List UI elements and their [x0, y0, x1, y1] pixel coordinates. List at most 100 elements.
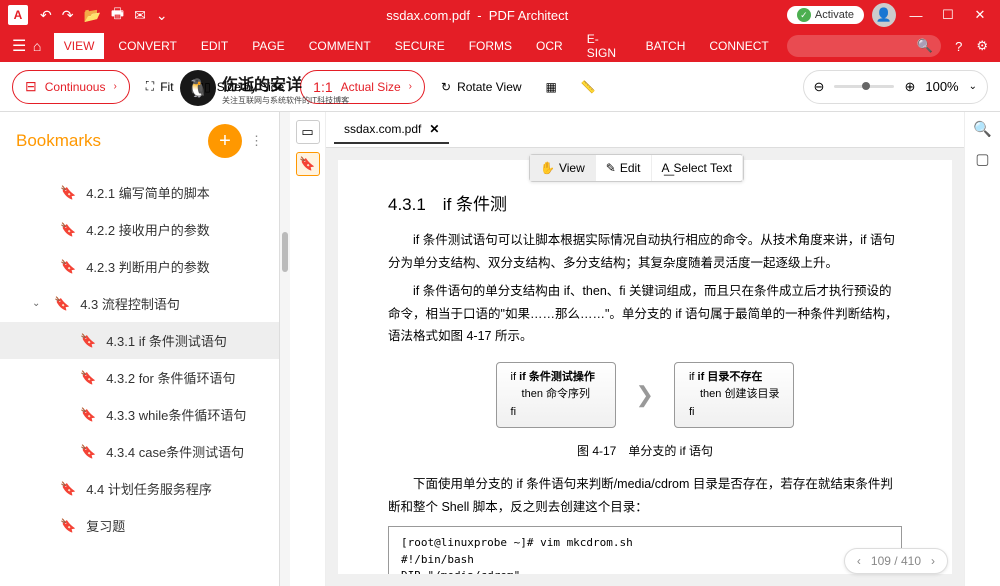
bookmark-label: 复习题 — [86, 516, 125, 535]
document-tab[interactable]: ssdax.com.pdf ✕ — [334, 116, 449, 144]
zoom-value: 100% — [925, 79, 958, 94]
bookmark-icon: 🔖 — [80, 407, 96, 423]
prev-page-button[interactable]: ‹ — [857, 554, 861, 568]
zoom-in-button[interactable]: ⊕ — [904, 79, 915, 95]
bookmark-label: 4.3.1 if 条件测试语句 — [106, 331, 227, 350]
bookmark-label: 4.2.2 接收用户的参数 — [86, 220, 210, 239]
settings-icon[interactable]: ⚙ — [976, 38, 988, 54]
search-icon[interactable]: 🔍 — [973, 120, 992, 138]
watermark: 🐧 伤逝的安详 关注互联网与系统软件的IT科技博客 — [180, 70, 349, 106]
mail-icon[interactable]: ✉ — [134, 7, 146, 24]
bookmark-item[interactable]: 🔖 4.3.3 while条件循环语句 — [0, 396, 279, 433]
bookmark-label: 4.3.4 case条件测试语句 — [106, 442, 244, 461]
app-logo: A — [8, 5, 28, 25]
select-text-button[interactable]: A͟Select Text — [652, 155, 744, 181]
right-tool-strip: 🔍 ▢ — [964, 112, 1000, 586]
tab-edit[interactable]: EDIT — [191, 33, 238, 59]
section-heading: 4.3.1 if 条件测 — [388, 190, 902, 215]
bookmark-item[interactable]: 🔖4.2.1 编写简单的脚本 — [0, 174, 279, 211]
continuous-button[interactable]: ⊟ Continuous › — [12, 70, 130, 104]
total-pages: 410 — [901, 554, 921, 568]
bookmark-item[interactable]: 🔖 复习题 — [0, 507, 279, 544]
bookmark-item[interactable]: 🔖4.4 计划任务服务程序 — [0, 470, 279, 507]
grid-button[interactable]: ▦ — [538, 80, 565, 94]
bookmark-icon: 🔖 — [80, 333, 96, 349]
code-block: [root@linuxprobe ~]# vim mkcdrom.sh #!/b… — [388, 526, 902, 574]
bookmark-item[interactable]: 🔖4.3.2 for 条件循环语句 — [0, 359, 279, 396]
panel-title: Bookmarks — [16, 131, 200, 151]
account-icon[interactable]: 👤 — [872, 3, 896, 27]
bookmark-item[interactable]: 🔖 4.3.1 if 条件测试语句 — [0, 322, 279, 359]
tab-view[interactable]: VIEW — [54, 33, 105, 59]
paragraph: 下面使用单分支的 if 条件语句来判断/media/cdrom 目录是否存在，若… — [388, 473, 902, 518]
document-tabs: ssdax.com.pdf ✕ — [326, 112, 964, 148]
tab-esign[interactable]: E-SIGN — [577, 26, 632, 66]
maximize-button[interactable]: ☐ — [936, 3, 960, 27]
minimize-button[interactable]: — — [904, 3, 928, 27]
forward-icon[interactable]: ↷ — [62, 7, 74, 24]
tab-page[interactable]: PAGE — [242, 33, 294, 59]
tab-batch[interactable]: BATCH — [636, 33, 696, 59]
bookmarks-tab[interactable]: 🔖 — [296, 152, 320, 176]
page-navigator: ‹ 109 / 410 › — [844, 548, 948, 574]
view-mode-button[interactable]: ✋View — [530, 155, 596, 181]
current-page[interactable]: 109 — [871, 554, 891, 568]
bookmark-icon: 🔖 — [80, 370, 96, 386]
rotate-button[interactable]: ↻Rotate View — [433, 80, 530, 94]
tab-comment[interactable]: COMMENT — [299, 33, 381, 59]
bookmark-icon: 🔖 — [54, 296, 70, 312]
floating-toolbar: ✋View ✎Edit A͟Select Text — [529, 154, 744, 182]
text-icon: A͟ — [662, 161, 670, 175]
watermark-logo: 🐧 — [180, 70, 216, 106]
back-icon[interactable]: ↶ — [40, 7, 52, 24]
bookmark-label: 4.4 计划任务服务程序 — [86, 479, 212, 498]
chevron-down-icon[interactable]: ⌄ — [969, 81, 977, 92]
grid-icon: ▦ — [546, 80, 557, 94]
print-icon[interactable]: 🖶 — [111, 3, 124, 27]
zoom-slider[interactable] — [834, 85, 894, 88]
bookmark-item[interactable]: 🔖4.3.4 case条件测试语句 — [0, 433, 279, 470]
bookmark-icon: 🔖 — [60, 259, 76, 275]
home-icon[interactable]: ⌂ — [33, 38, 50, 54]
help-icon[interactable]: ? — [955, 39, 962, 54]
bookmark-item[interactable]: ⌄🔖4.3 流程控制语句 — [0, 285, 279, 322]
bookmark-label: 4.3.3 while条件循环语句 — [106, 405, 246, 424]
tab-secure[interactable]: SECURE — [385, 33, 455, 59]
bookmark-label: 4.2.3 判断用户的参数 — [86, 257, 210, 276]
title-bar: A ↶ ↷ 📂 🖶 ✉ ⌄ ssdax.com.pdf - PDF Archit… — [0, 0, 1000, 30]
fit-button[interactable]: ⛶Fit — [138, 79, 182, 94]
close-tab-icon[interactable]: ✕ — [429, 122, 439, 136]
close-button[interactable]: ✕ — [968, 3, 992, 27]
folder-icon[interactable]: 📂 — [83, 7, 100, 24]
next-page-button[interactable]: › — [931, 554, 935, 568]
activate-button[interactable]: Activate — [787, 6, 864, 24]
tab-ocr[interactable]: OCR — [526, 33, 573, 59]
menu-icon[interactable]: ☰ — [12, 36, 29, 56]
edit-mode-button[interactable]: ✎Edit — [596, 155, 652, 181]
bookmark-item[interactable]: 🔖4.2.2 接收用户的参数 — [0, 211, 279, 248]
left-tab-strip: ▭ 🔖 — [290, 112, 326, 586]
page-content: 4.3.1 if 条件测 if 条件测试语句可以让脚本根据实际情况自动执行相应的… — [338, 160, 952, 574]
diagram-box: if if 条件测试操作 then 命令序列fi — [496, 362, 616, 429]
add-bookmark-button[interactable]: + — [208, 124, 242, 158]
search-input[interactable]: 🔍 — [787, 35, 941, 57]
figure-caption: 图 4-17 单分支的 if 语句 — [388, 442, 902, 459]
chevron-right-icon: › — [409, 81, 412, 92]
bookmark-item[interactable]: 🔖 4.2.3 判断用户的参数 — [0, 248, 279, 285]
zoom-out-button[interactable]: ⊖ — [814, 79, 825, 95]
panel-icon[interactable]: ▢ — [975, 150, 989, 168]
window-title: ssdax.com.pdf - PDF Architect — [168, 8, 787, 23]
tab-forms[interactable]: FORMS — [459, 33, 522, 59]
ruler-button[interactable]: 📏 — [573, 80, 604, 94]
more-icon[interactable]: ⋮ — [250, 133, 263, 149]
paragraph: if 条件语句的单分支结构由 if、then、fi 关键词组成，而且只在条件成立… — [388, 280, 902, 348]
tab-connect[interactable]: CONNECT — [699, 33, 778, 59]
panel-resizer[interactable] — [280, 112, 290, 586]
bookmark-icon: 🔖 — [60, 518, 76, 534]
dropdown-icon[interactable]: ⌄ — [156, 7, 168, 24]
bookmark-label: 4.3 流程控制语句 — [80, 294, 180, 313]
fit-icon: ⛶ — [146, 79, 154, 94]
thumbnails-tab[interactable]: ▭ — [296, 120, 320, 144]
tab-convert[interactable]: CONVERT — [108, 33, 186, 59]
continuous-icon: ⊟ — [25, 78, 37, 95]
